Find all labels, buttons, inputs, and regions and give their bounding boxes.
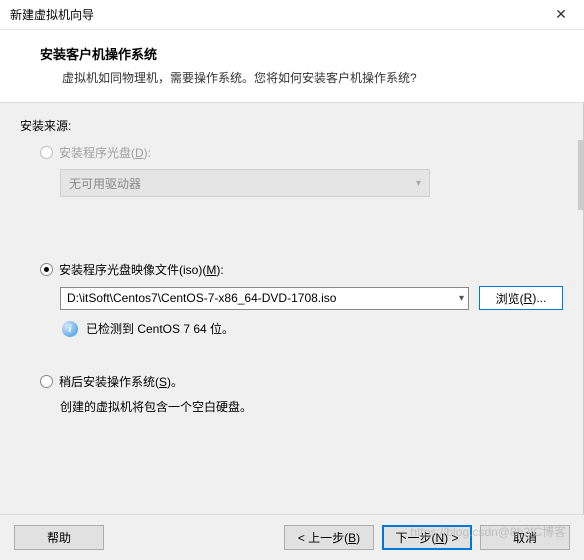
- radio-icon: [40, 263, 53, 276]
- radio-later-label: 稍后安装操作系统(S)。: [59, 373, 183, 390]
- browse-button[interactable]: 浏览(R)...: [479, 286, 563, 310]
- radio-later-row[interactable]: 稍后安装操作系统(S)。: [40, 373, 563, 390]
- radio-icon: [40, 375, 53, 388]
- wizard-header: 安装客户机操作系统 虚拟机如同物理机，需要操作系统。您将如何安装客户机操作系统?: [0, 30, 584, 103]
- wizard-footer: 帮助 < 上一步(B) 下一步(N) > 取消: [0, 514, 584, 560]
- cancel-button[interactable]: 取消: [480, 525, 570, 550]
- iso-detected-info: i 已检测到 CentOS 7 64 位。: [62, 320, 563, 337]
- chevron-down-icon: ▾: [459, 293, 464, 304]
- page-heading: 安装客户机操作系统: [40, 44, 564, 63]
- titlebar: 新建虚拟机向导 ✕: [0, 0, 584, 30]
- option-later: 稍后安装操作系统(S)。 创建的虚拟机将包含一个空白硬盘。: [20, 373, 563, 415]
- later-description: 创建的虚拟机将包含一个空白硬盘。: [60, 398, 563, 415]
- radio-disc-label: 安装程序光盘(D):: [59, 144, 151, 161]
- chevron-down-icon: ▾: [416, 178, 421, 189]
- radio-icon: [40, 146, 53, 159]
- iso-detected-text: 已检测到 CentOS 7 64 位。: [86, 320, 234, 337]
- disc-drive-value: 无可用驱动器: [69, 175, 141, 192]
- radio-iso-label: 安装程序光盘映像文件(iso)(M):: [59, 261, 224, 278]
- iso-path-combo[interactable]: D:\itSoft\Centos7\CentOS-7-x86_64-DVD-17…: [60, 287, 469, 310]
- option-iso: 安装程序光盘映像文件(iso)(M): D:\itSoft\Centos7\Ce…: [20, 261, 563, 337]
- back-button[interactable]: < 上一步(B): [284, 525, 374, 550]
- iso-path-value: D:\itSoft\Centos7\CentOS-7-x86_64-DVD-17…: [67, 291, 336, 305]
- next-button[interactable]: 下一步(N) >: [382, 525, 472, 550]
- disc-drive-combo: 无可用驱动器 ▾: [60, 169, 430, 197]
- info-icon: i: [62, 321, 78, 337]
- help-button[interactable]: 帮助: [14, 525, 104, 550]
- radio-disc-row[interactable]: 安装程序光盘(D):: [40, 144, 563, 161]
- window-title: 新建虚拟机向导: [10, 6, 94, 23]
- radio-iso-row[interactable]: 安装程序光盘映像文件(iso)(M):: [40, 261, 563, 278]
- page-subheading: 虚拟机如同物理机，需要操作系统。您将如何安装客户机操作系统?: [40, 69, 564, 86]
- close-icon[interactable]: ✕: [546, 3, 576, 27]
- option-disc: 安装程序光盘(D): 无可用驱动器 ▾: [20, 144, 563, 197]
- install-source-label: 安装来源:: [20, 117, 563, 134]
- wizard-body: 安装来源: 安装程序光盘(D): 无可用驱动器 ▾ 安装程序光盘映像文件(iso…: [0, 103, 584, 538]
- scrollbar[interactable]: [578, 140, 584, 210]
